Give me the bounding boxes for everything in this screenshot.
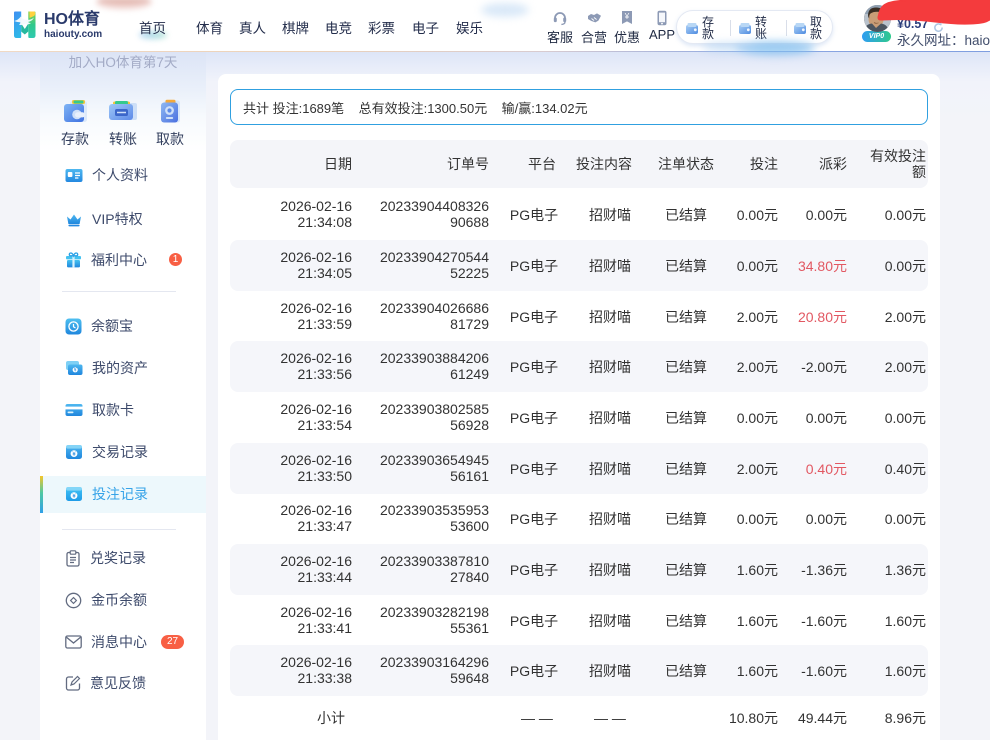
- svg-text:¥: ¥: [74, 368, 77, 374]
- svg-text:¥: ¥: [624, 12, 630, 21]
